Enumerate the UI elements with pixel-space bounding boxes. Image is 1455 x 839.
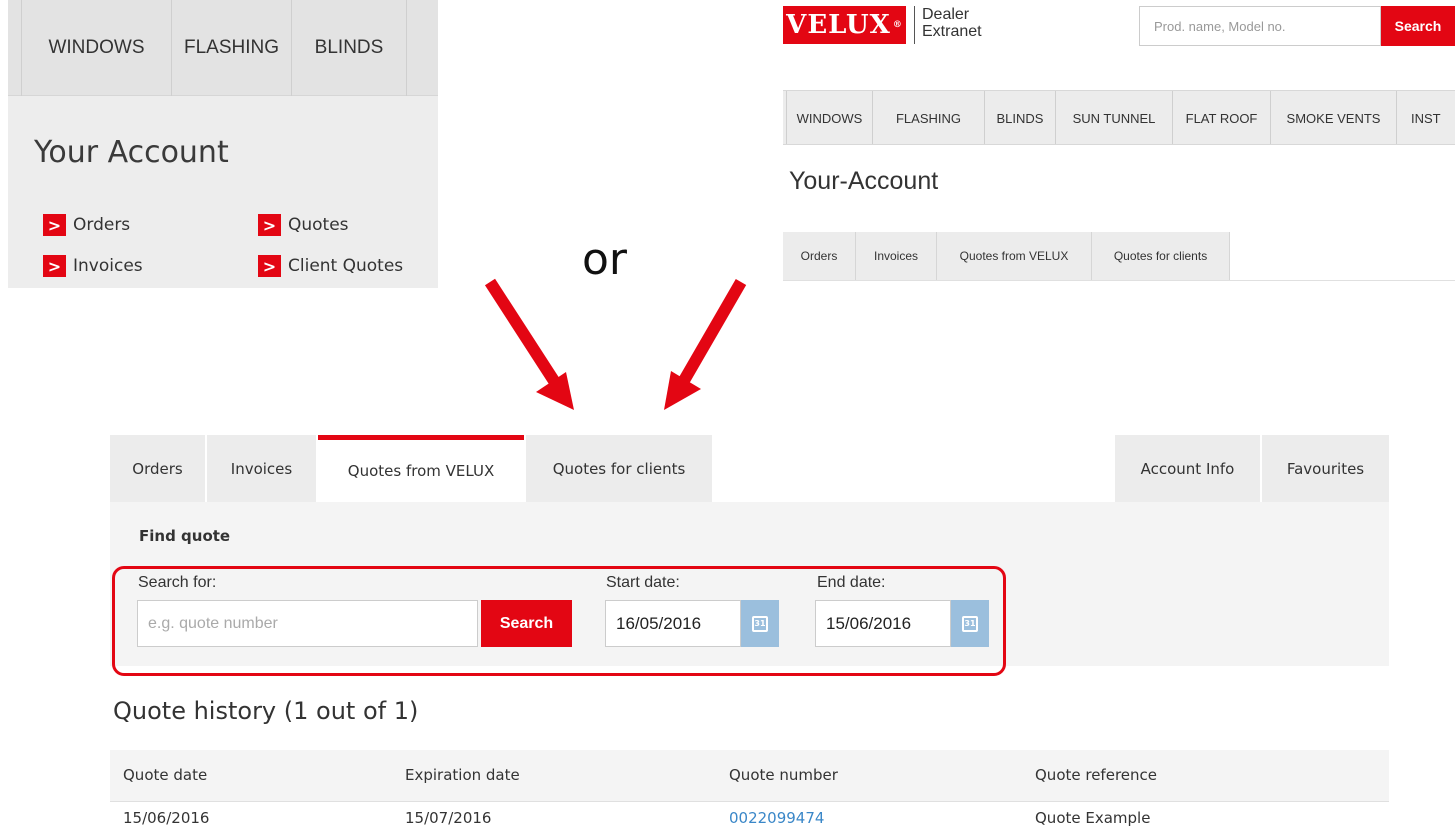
logo-divider xyxy=(914,6,915,44)
quote-history-title: Quote history (1 out of 1) xyxy=(113,697,419,725)
account-tabs: Orders Invoices Quotes from VELUX Quotes… xyxy=(110,435,1389,502)
extranet-line-2: Extranet xyxy=(922,23,982,40)
legacy-link-label: Quotes xyxy=(288,215,349,235)
quote-table-header: Quote date Expiration date Quote number … xyxy=(110,750,1389,802)
chevron-right-icon: > xyxy=(43,255,66,277)
arrow-icon xyxy=(484,278,574,410)
legacy-main-nav: WINDOWS FLASHING BLINDS xyxy=(8,0,438,96)
chevron-right-icon: > xyxy=(258,214,281,236)
legacy-link-quotes[interactable]: > Quotes xyxy=(258,214,349,236)
legacy-link-label: Invoices xyxy=(73,256,143,276)
col-expiration-date[interactable]: Expiration date xyxy=(405,766,520,784)
arrow-icon xyxy=(664,278,747,410)
legacy-link-orders[interactable]: > Orders xyxy=(43,214,130,236)
tab-invoices[interactable]: Invoices xyxy=(207,435,316,502)
tab-orders[interactable]: Orders xyxy=(110,435,205,502)
nav-flat-roof[interactable]: FLAT ROOF xyxy=(1173,91,1271,144)
nav-blinds[interactable]: BLINDS xyxy=(985,91,1056,144)
chevron-right-icon: > xyxy=(258,255,281,277)
preview-tab-invoices[interactable]: Invoices xyxy=(856,232,937,280)
legacy-link-label: Client Quotes xyxy=(288,256,404,276)
preview-tab-orders[interactable]: Orders xyxy=(783,232,856,280)
preview-tab-quotes-velux[interactable]: Quotes from VELUX xyxy=(937,232,1092,280)
logo-text: VELUX xyxy=(786,10,891,40)
nav-edge xyxy=(8,0,22,96)
main-nav: WINDOWS FLASHING BLINDS SUN TUNNEL FLAT … xyxy=(783,90,1455,145)
table-row: 15/06/2016 15/07/2016 0022099474 Quote E… xyxy=(110,803,1389,839)
preview-tab-quotes-clients[interactable]: Quotes for clients xyxy=(1092,232,1230,280)
product-search-button[interactable]: Search xyxy=(1381,6,1455,46)
account-title: Your-Account xyxy=(789,167,939,195)
legacy-nav-blinds[interactable]: BLINDS xyxy=(292,0,407,96)
quote-number-link[interactable]: 0022099474 xyxy=(729,809,824,827)
search-highlight-outline xyxy=(112,566,1006,676)
nav-inst[interactable]: INST xyxy=(1397,91,1455,144)
chevron-right-icon: > xyxy=(43,214,66,236)
extranet-line-1: Dealer xyxy=(922,6,970,23)
tab-quotes-from-velux[interactable]: Quotes from VELUX xyxy=(318,435,524,502)
find-quote-title: Find quote xyxy=(139,527,231,545)
cell-quote-reference: Quote Example xyxy=(1035,809,1151,827)
tab-quotes-for-clients[interactable]: Quotes for clients xyxy=(526,435,712,502)
col-quote-number[interactable]: Quote number xyxy=(729,766,838,784)
or-connector: or xyxy=(582,234,628,285)
legacy-nav-flashing[interactable]: FLASHING xyxy=(172,0,292,96)
extranet-label: Dealer Extranet xyxy=(922,6,982,40)
cell-expiration-date: 15/07/2016 xyxy=(405,809,492,827)
legacy-link-client-quotes[interactable]: > Client Quotes xyxy=(258,255,403,277)
legacy-nav-windows[interactable]: WINDOWS xyxy=(22,0,172,96)
legacy-link-invoices[interactable]: > Invoices xyxy=(43,255,143,277)
account-tabs-preview: Orders Invoices Quotes from VELUX Quotes… xyxy=(783,232,1455,281)
tab-account-info[interactable]: Account Info xyxy=(1115,435,1260,502)
nav-smoke-vents[interactable]: SMOKE VENTS xyxy=(1271,91,1397,144)
tab-favourites[interactable]: Favourites xyxy=(1262,435,1389,502)
legacy-link-label: Orders xyxy=(73,215,131,235)
legacy-account-title: Your Account xyxy=(34,135,229,170)
velux-logo[interactable]: VELUX ® xyxy=(783,6,906,44)
nav-flashing[interactable]: FLASHING xyxy=(873,91,985,144)
col-quote-reference[interactable]: Quote reference xyxy=(1035,766,1157,784)
cell-quote-date: 15/06/2016 xyxy=(123,809,210,827)
logo-registered-mark: ® xyxy=(892,20,903,30)
product-search-input[interactable]: Prod. name, Model no. xyxy=(1139,6,1381,46)
nav-windows[interactable]: WINDOWS xyxy=(787,91,873,144)
nav-sun-tunnel[interactable]: SUN TUNNEL xyxy=(1056,91,1173,144)
col-quote-date[interactable]: Quote date xyxy=(123,766,207,784)
